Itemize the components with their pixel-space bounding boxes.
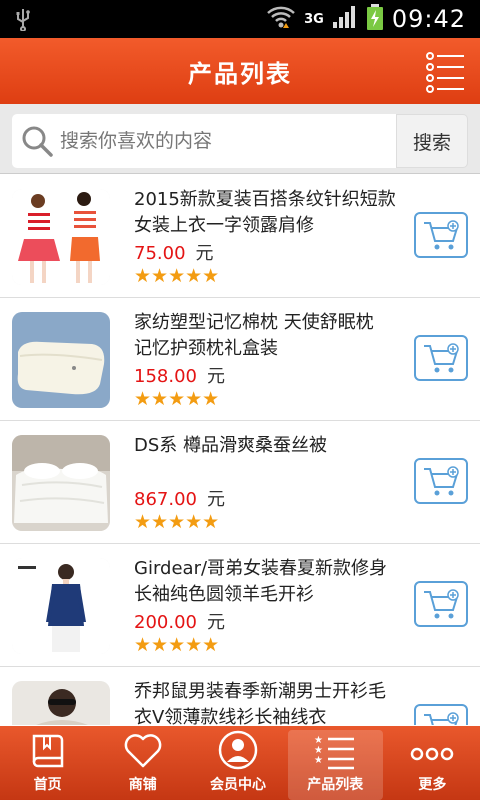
cart-add-icon <box>424 712 459 725</box>
bottom-tab-bar: 首页 商铺 会员中心 ★ ★ ★ 产品列表 更多 <box>0 726 480 800</box>
wifi-icon <box>266 4 296 34</box>
cart-add-icon <box>424 466 459 496</box>
product-image <box>12 558 110 654</box>
product-name: Girdear/哥弟女装春夏新款修身长袖纯色圆领羊毛开衫 <box>134 558 388 605</box>
price-unit: 元 <box>195 243 214 264</box>
usb-icon <box>14 7 32 35</box>
heart-icon <box>124 734 162 768</box>
tab-shop[interactable]: 商铺 <box>95 726 190 800</box>
product-row[interactable]: 家纺塑型记忆棉枕 天使舒眠枕 记忆护颈枕礼盒装 158.00 元 ★★★★★ <box>0 298 480 421</box>
product-image <box>12 435 110 531</box>
search-icon <box>22 126 53 157</box>
user-icon <box>218 730 258 770</box>
add-to-cart-button[interactable] <box>414 458 468 504</box>
status-bar: 3G 09:42 <box>0 0 480 38</box>
search-button[interactable]: 搜索 <box>396 114 468 168</box>
product-image <box>12 312 110 408</box>
more-dots-icon <box>411 747 454 761</box>
product-name: 家纺塑型记忆棉枕 天使舒眠枕 记忆护颈枕礼盒装 <box>134 312 374 359</box>
tab-member-center[interactable]: 会员中心 <box>190 726 285 800</box>
cart-add-icon <box>424 589 459 619</box>
product-price: 200.00 元 <box>134 608 225 634</box>
tab-label: 更多 <box>418 777 447 793</box>
price-value: 867.00 <box>134 489 197 510</box>
tab-home[interactable]: 首页 <box>0 726 95 800</box>
price-unit: 元 <box>206 489 225 510</box>
add-to-cart-button[interactable] <box>414 581 468 627</box>
rating-stars: ★★★★★ <box>134 511 220 533</box>
price-value: 75.00 <box>134 243 186 264</box>
rating-stars: ★★★★★ <box>134 265 220 287</box>
star-list-icon: ★★★ <box>314 735 355 770</box>
product-row[interactable]: Girdear/哥弟女装春夏新款修身长袖纯色圆领羊毛开衫 200.00 元 ★★★… <box>0 544 480 667</box>
tab-label: 会员中心 <box>210 777 266 793</box>
tab-label: 产品列表 <box>307 777 364 793</box>
product-name: 2015新款夏装百搭条纹针织短款女装上衣一字领露肩修 <box>134 189 396 236</box>
clock: 09:42 <box>391 5 466 33</box>
tab-more[interactable]: 更多 <box>385 726 480 800</box>
app-header: 产品列表 <box>0 38 480 104</box>
search-bar: 搜索 <box>0 104 480 174</box>
product-row[interactable]: 2015新款夏装百搭条纹针织短款女装上衣一字领露肩修 75.00 元 ★★★★★ <box>0 175 480 298</box>
tab-label: 商铺 <box>128 777 157 793</box>
price-unit: 元 <box>206 366 225 387</box>
book-icon <box>32 734 63 768</box>
add-to-cart-button[interactable] <box>414 212 468 258</box>
product-list: 2015新款夏装百搭条纹针织短款女装上衣一字领露肩修 75.00 元 ★★★★★ … <box>0 175 480 725</box>
product-price: 75.00 元 <box>134 239 214 265</box>
search-input[interactable] <box>60 130 360 152</box>
signal-icon <box>332 5 358 33</box>
cart-add-icon <box>424 220 459 250</box>
product-name: 乔邦鼠男装春季新潮男士开衫毛衣V领薄款线衫长袖线衣 <box>134 681 386 725</box>
page-title: 产品列表 <box>188 59 292 88</box>
rating-stars: ★★★★★ <box>134 634 220 656</box>
product-price: 158.00 元 <box>134 362 225 388</box>
product-row[interactable]: 乔邦鼠男装春季新潮男士开衫毛衣V领薄款线衫长袖线衣 <box>0 667 480 725</box>
network-type: 3G <box>304 11 324 27</box>
search-box <box>12 114 396 168</box>
battery-icon <box>366 3 384 35</box>
add-to-cart-button[interactable] <box>414 335 468 381</box>
product-image <box>12 681 110 725</box>
tab-product-list[interactable]: ★ ★ ★ 产品列表 <box>287 730 383 800</box>
product-row[interactable]: DS系 樽品滑爽桑蚕丝被 867.00 元 ★★★★★ <box>0 421 480 544</box>
svg-text:★: ★ <box>314 755 323 766</box>
tab-label: 首页 <box>33 777 62 793</box>
price-unit: 元 <box>206 612 225 633</box>
product-image <box>12 189 110 285</box>
rating-stars: ★★★★★ <box>134 388 220 410</box>
cart-add-icon <box>424 343 459 373</box>
list-menu-icon[interactable] <box>424 48 470 94</box>
price-value: 200.00 <box>134 612 197 633</box>
add-to-cart-button[interactable] <box>414 704 468 725</box>
product-price: 867.00 元 <box>134 485 225 511</box>
product-name: DS系 樽品滑爽桑蚕丝被 <box>134 435 328 456</box>
price-value: 158.00 <box>134 366 197 387</box>
